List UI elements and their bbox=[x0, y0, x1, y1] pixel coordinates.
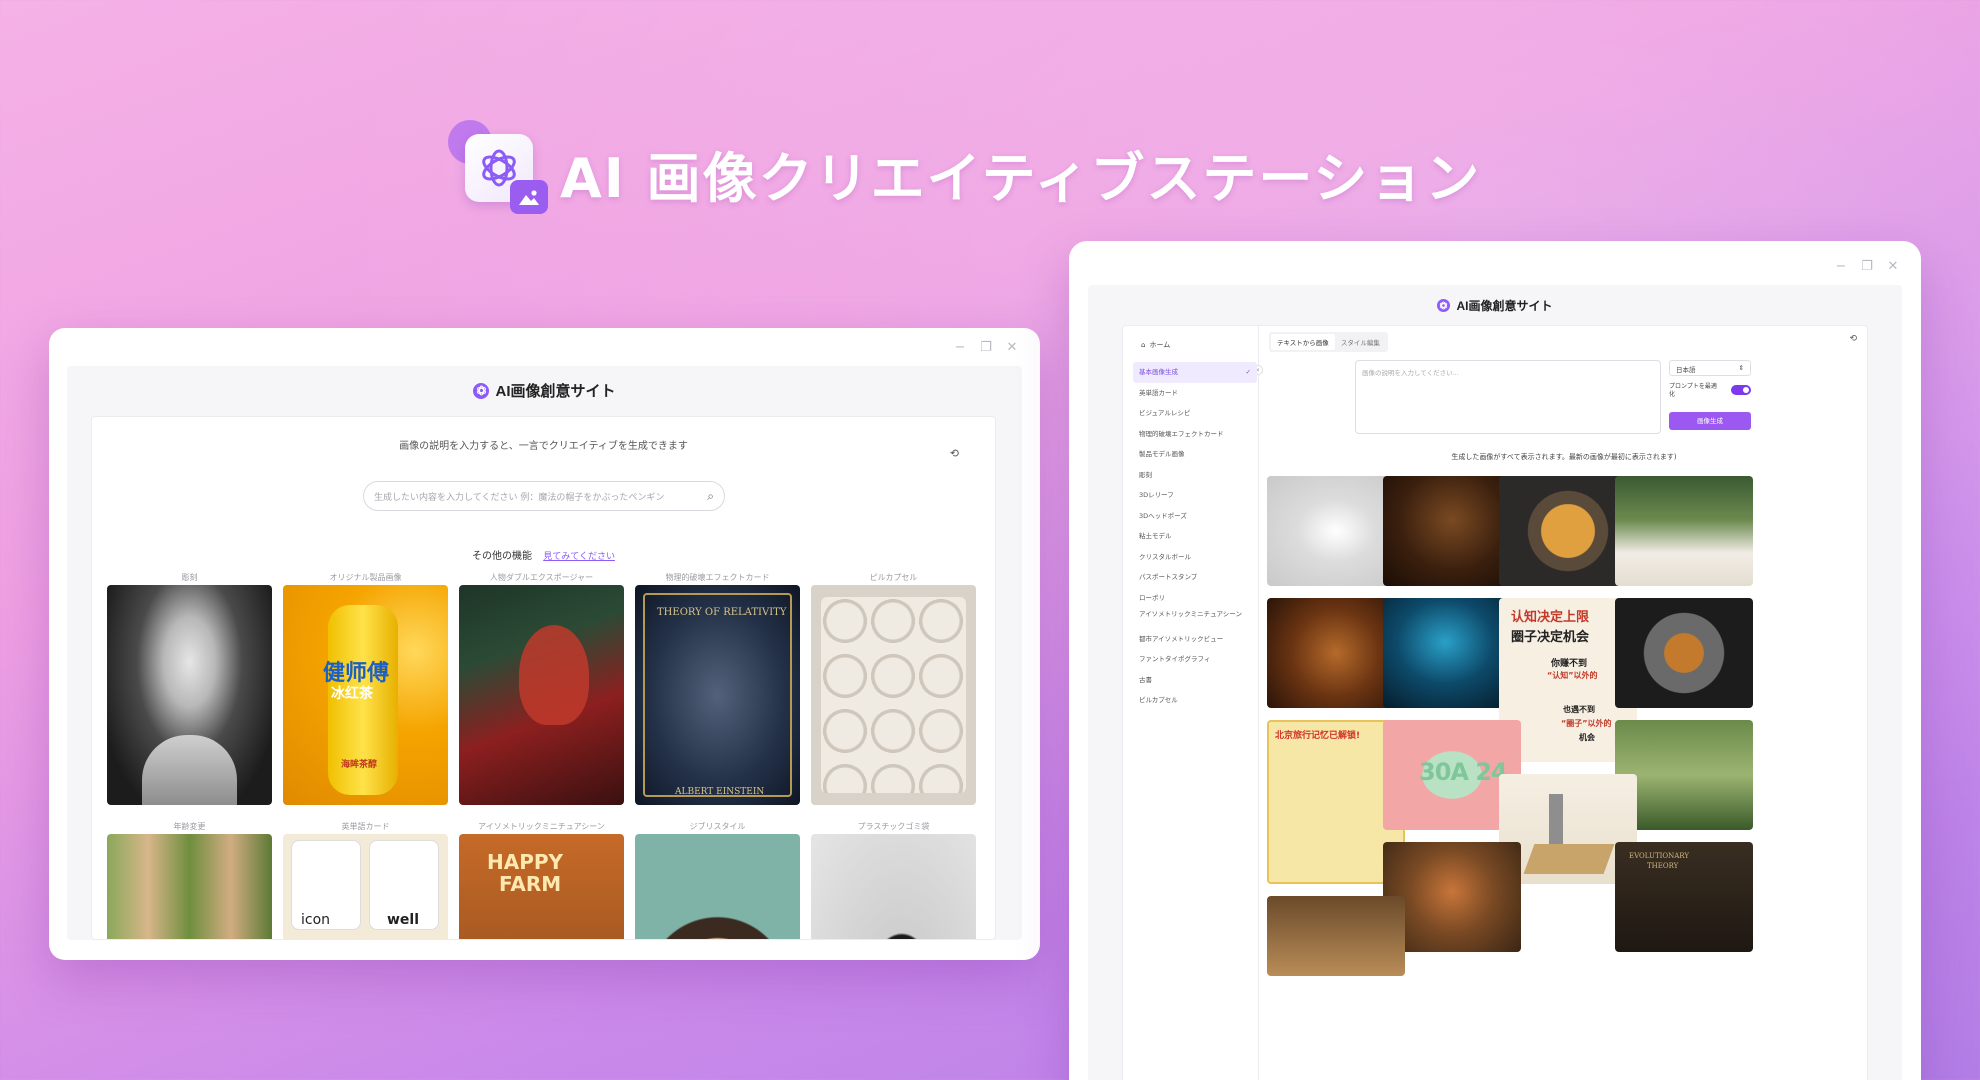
language-select[interactable]: 日本語 ⇕ bbox=[1669, 360, 1751, 376]
page-subtitle: 画像の説明を入力すると、一言でクリエイティブを生成できます bbox=[399, 441, 688, 452]
sidebar-item[interactable]: 物理的破壊エフェクトカード bbox=[1133, 424, 1257, 445]
window-controls: − ❐ ✕ bbox=[1835, 259, 1899, 274]
sidebar-item[interactable]: 粘土モデル bbox=[1133, 526, 1257, 547]
search-placeholder: 生成したい内容を入力してください 例：魔法の帽子をかぶったペンギン bbox=[374, 492, 665, 503]
sidebar-home[interactable]: ⌂ ホーム bbox=[1141, 340, 1170, 350]
sidebar-item[interactable]: 基本画像生成 ✓ bbox=[1133, 362, 1257, 383]
generate-button[interactable]: 画像生成 bbox=[1669, 412, 1751, 430]
result-image[interactable] bbox=[1615, 476, 1753, 586]
restore-icon[interactable]: ❐ bbox=[980, 340, 992, 355]
word-card-image: icon well bbox=[283, 834, 448, 939]
main-panel: 画像の説明を入力すると、一言でクリエイティブを生成できます ⟲ 生成したい内容を… bbox=[91, 416, 996, 940]
prompt-input[interactable]: 画像の説明を入力してください... bbox=[1355, 360, 1661, 434]
happy-farm-image: HAPPY FARM bbox=[459, 834, 624, 939]
search-icon[interactable]: ⌕ bbox=[707, 489, 714, 504]
sidebar-item[interactable]: 古書 bbox=[1133, 670, 1257, 691]
mode-tabs: テキストから画像 スタイル編集 bbox=[1269, 332, 1388, 352]
history-icon[interactable]: ⟲ bbox=[1849, 334, 1857, 344]
result-image[interactable]: EVOLUTIONARY THEORY bbox=[1615, 842, 1753, 952]
openai-image-logo-icon bbox=[448, 120, 548, 218]
sidebar-item[interactable]: 製品モデル画像 bbox=[1133, 444, 1257, 465]
minimize-icon[interactable]: − bbox=[1835, 259, 1847, 274]
sidebar-item[interactable]: パスポートスタンプ bbox=[1133, 567, 1257, 588]
sidebar-item[interactable]: 3Dレリーフ bbox=[1133, 485, 1257, 506]
app-logo-icon bbox=[1437, 299, 1451, 312]
left-app-window: − ❐ ✕ AI画像創意サイト 画像の説明を入力すると、一言でクリエイティブを生… bbox=[49, 328, 1040, 960]
sidebar-item[interactable]: 英単語カード bbox=[1133, 383, 1257, 404]
sidebar-item[interactable]: 都市アイソメトリックビュー bbox=[1133, 629, 1257, 650]
app-title: AI画像創意サイト bbox=[67, 380, 1022, 401]
gallery-card[interactable]: 英単語カード icon well bbox=[283, 821, 448, 939]
hero-header: AI 画像クリエイティブステーション bbox=[448, 120, 1482, 218]
sidebar-item[interactable]: ファントタイポグラフィ bbox=[1133, 649, 1257, 670]
sidebar-item[interactable]: ピルカプセル bbox=[1133, 690, 1257, 711]
history-icon[interactable]: ⟲ bbox=[950, 447, 959, 460]
optimize-toggle[interactable] bbox=[1731, 385, 1751, 395]
pill-capsule-image bbox=[811, 585, 976, 805]
chevron-updown-icon: ⇕ bbox=[1738, 364, 1744, 372]
optimize-option: プロンプトを最適化 bbox=[1669, 383, 1751, 399]
other-features-link[interactable]: 見てみてください bbox=[543, 552, 615, 562]
check-icon: ✓ bbox=[1245, 368, 1251, 376]
gallery-card[interactable]: ジブリスタイル bbox=[635, 821, 800, 939]
tab-style-edit[interactable]: スタイル編集 bbox=[1335, 334, 1386, 350]
sidebar-item[interactable]: ローポリ bbox=[1133, 588, 1257, 609]
search-input[interactable]: 生成したい内容を入力してください 例：魔法の帽子をかぶったペンギン ⌕ bbox=[363, 481, 725, 511]
double-exposure-image bbox=[459, 585, 624, 805]
gallery-row-2: 年齢変更 英単語カード icon well アイソメトリックミニチュアシーン H… bbox=[107, 821, 976, 939]
einstein-card-image: THEORY OF RELATIVITY ALBERT EINSTEIN bbox=[635, 585, 800, 805]
results-grid: 认知决定上限 圈子决定机会 你赚不到 “认知”以外的 也遇不到 “圈子”以外的 … bbox=[1267, 476, 1867, 1080]
gallery-card[interactable]: プラスチックゴミ袋 bbox=[811, 821, 976, 939]
sculpture-image bbox=[107, 585, 272, 805]
hero-title: AI 画像クリエイティブステーション bbox=[560, 146, 1482, 210]
sidebar-item[interactable]: クリスタルボール bbox=[1133, 547, 1257, 568]
generator-main: テキストから画像 スタイル編集 ⟲ 画像の説明を入力してください... 日本語 … bbox=[1259, 326, 1867, 1080]
restore-icon[interactable]: ❐ bbox=[1861, 259, 1873, 274]
app-title: AI画像創意サイト bbox=[1088, 297, 1902, 314]
gallery-card[interactable]: 年齢変更 bbox=[107, 821, 272, 939]
gallery-card[interactable]: アイソメトリックミニチュアシーン HAPPY FARM bbox=[459, 821, 624, 939]
app-logo-icon bbox=[473, 382, 490, 399]
home-icon: ⌂ bbox=[1141, 341, 1146, 349]
main-panel: ⌂ ホーム ‹ 基本画像生成 ✓ 英単語カード ビジュアルレシピ 物理的破壊エフェクトカ… bbox=[1122, 325, 1868, 1080]
sidebar: ⌂ ホーム ‹ 基本画像生成 ✓ 英単語カード ビジュアルレシピ 物理的破壊エフェクトカ… bbox=[1123, 326, 1263, 1080]
other-features: その他の機能 見てみてください bbox=[472, 551, 615, 562]
product-image: 健师傅 冰红茶 海眸茶醇 bbox=[283, 585, 448, 805]
minimize-icon[interactable]: − bbox=[954, 340, 966, 355]
sidebar-item[interactable]: 彫刻 bbox=[1133, 465, 1257, 486]
plastic-bag-image bbox=[811, 834, 976, 939]
gallery-card[interactable]: 物理的破壊エフェクトカード THEORY OF RELATIVITY ALBER… bbox=[635, 572, 800, 805]
right-app-window: − ❐ ✕ AI画像創意サイト ⌂ ホーム ‹ 基本画像生成 ✓ 英単語カード ビジュ… bbox=[1069, 241, 1921, 1080]
close-icon[interactable]: ✕ bbox=[1006, 340, 1018, 355]
close-icon[interactable]: ✕ bbox=[1887, 259, 1899, 274]
gallery-card[interactable]: 彫刻 bbox=[107, 572, 272, 805]
results-info: 生成した画像がすべて表示されます。最新の画像が最初に表示されます) bbox=[1451, 453, 1677, 461]
result-image[interactable] bbox=[1267, 896, 1405, 976]
result-image[interactable] bbox=[1615, 598, 1753, 708]
gallery-card[interactable]: ピルカプセル bbox=[811, 572, 976, 805]
gallery-card[interactable]: オリジナル製品画像 健师傅 冰红茶 海眸茶醇 bbox=[283, 572, 448, 805]
sidebar-item[interactable]: 3Dヘッドポーズ bbox=[1133, 506, 1257, 527]
sidebar-list: 基本画像生成 ✓ 英単語カード ビジュアルレシピ 物理的破壊エフェクトカード 製品モデル画… bbox=[1133, 362, 1257, 711]
ghibli-style-image bbox=[635, 834, 800, 939]
gallery-card[interactable]: 人物ダブルエクスポージャー bbox=[459, 572, 624, 805]
sidebar-item[interactable]: アイソメトリックミニチュアシーン bbox=[1133, 608, 1257, 629]
gallery-row-1: 彫刻 オリジナル製品画像 健师傅 冰红茶 海眸茶醇 人物ダブルエクスポージャー … bbox=[107, 572, 976, 805]
window-controls: − ❐ ✕ bbox=[954, 340, 1018, 355]
tab-text-to-image[interactable]: テキストから画像 bbox=[1271, 334, 1335, 350]
age-change-image bbox=[107, 834, 272, 939]
sidebar-item[interactable]: ビジュアルレシピ bbox=[1133, 403, 1257, 424]
